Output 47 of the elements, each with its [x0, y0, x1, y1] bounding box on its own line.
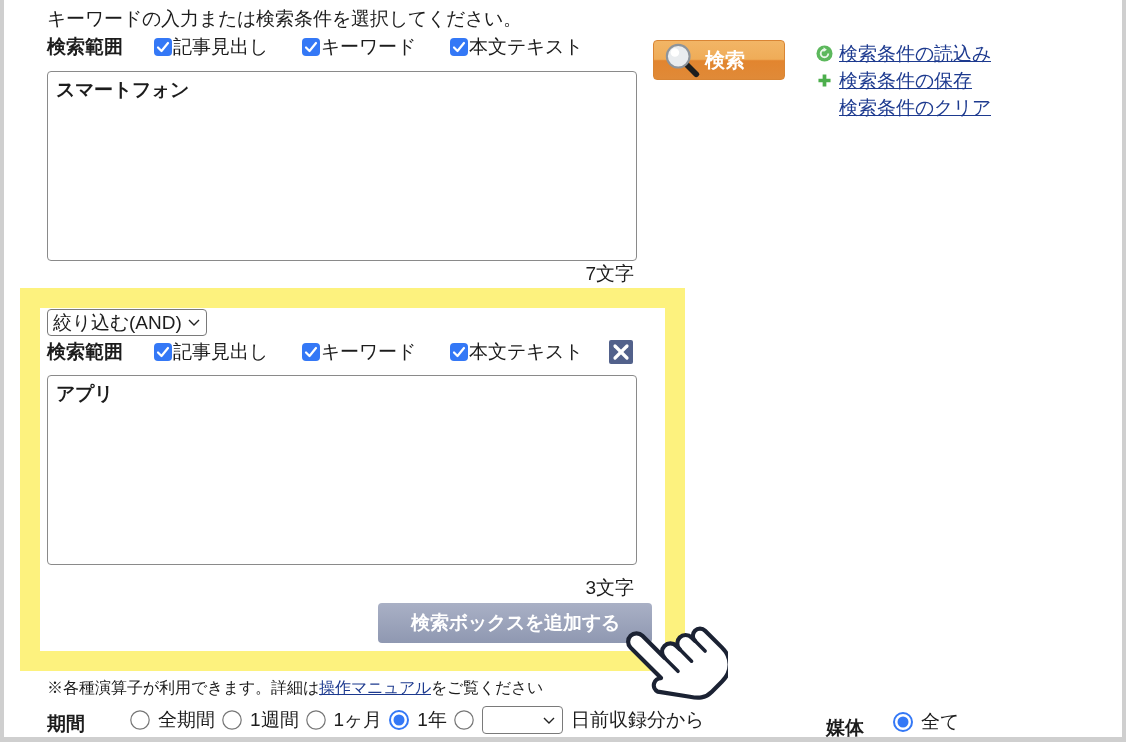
checkbox[interactable]: [450, 38, 468, 56]
reload-icon[interactable]: [815, 45, 833, 62]
hand-pointer-icon: [625, 625, 728, 701]
scope-label: 検索範囲: [47, 35, 123, 59]
radio-label[interactable]: 1ヶ月: [333, 707, 383, 733]
radio-button[interactable]: [130, 710, 150, 730]
period-label: 期間: [47, 712, 85, 736]
media-label: 媒体: [826, 716, 864, 737]
checkbox[interactable]: [154, 38, 172, 56]
char-count: 3文字: [585, 576, 634, 600]
radio-button[interactable]: [389, 710, 410, 730]
checkbox-label[interactable]: 本文テキスト: [469, 339, 583, 365]
checkbox[interactable]: [154, 343, 172, 361]
checkbox[interactable]: [302, 343, 320, 361]
radio-label[interactable]: 全期間: [158, 707, 215, 733]
instruction-text: キーワードの入力または検索条件を選択してください。: [47, 8, 522, 30]
checkbox[interactable]: [450, 343, 468, 361]
plus-icon[interactable]: [817, 74, 831, 87]
note-text: ※各種演算子が利用できます。詳細は操作マニュアルをご覧ください: [47, 678, 543, 698]
chevron-down-icon: [542, 716, 555, 724]
search-icon: [664, 42, 700, 78]
radio-label[interactable]: 日前収録分から: [570, 707, 704, 733]
scope-label: 検索範囲: [47, 340, 123, 364]
chevron-down-icon: [187, 319, 200, 326]
checkbox-label[interactable]: 記事見出し: [173, 34, 268, 60]
search-textarea[interactable]: アプリ: [47, 375, 637, 565]
radio-label[interactable]: 1年: [417, 707, 447, 733]
radio-button[interactable]: [453, 710, 474, 730]
close-icon[interactable]: [609, 340, 633, 364]
checkbox-label[interactable]: 記事見出し: [173, 339, 268, 365]
checkbox[interactable]: [302, 38, 320, 56]
checkbox-label[interactable]: 本文テキスト: [469, 34, 583, 60]
radio-label[interactable]: 全て: [921, 709, 959, 735]
checkbox-label[interactable]: キーワード: [321, 34, 416, 60]
condition-link[interactable]: 検索条件の読込み: [839, 40, 991, 67]
operator-select[interactable]: 絞り込む(AND): [47, 309, 207, 336]
radio-label[interactable]: 1週間: [250, 707, 299, 733]
checkbox-label[interactable]: キーワード: [321, 339, 416, 365]
condition-link[interactable]: 検索条件の保存: [839, 67, 972, 94]
radio-button[interactable]: [305, 710, 326, 730]
manual-link[interactable]: 操作マニュアル: [319, 679, 431, 696]
radio-button[interactable]: [222, 710, 242, 730]
condition-link[interactable]: 検索条件のクリア: [839, 94, 991, 121]
search-textarea[interactable]: スマートフォン: [47, 71, 637, 261]
char-count: 7文字: [585, 262, 634, 286]
radio-button[interactable]: [893, 712, 913, 732]
days-select[interactable]: [481, 706, 563, 734]
